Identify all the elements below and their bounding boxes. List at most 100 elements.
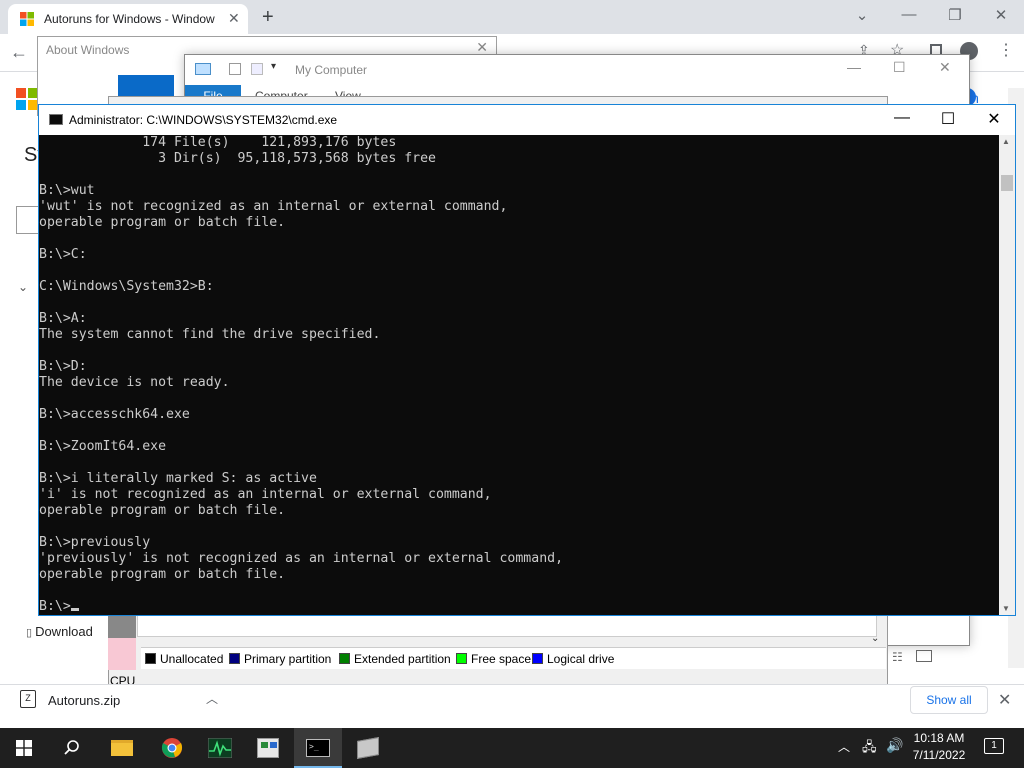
console-line: 'i' is not recognized as an internal or … <box>39 487 492 502</box>
console-output[interactable]: 174 File(s) 121,893,176 bytes 3 Dir(s) 9… <box>39 135 999 615</box>
search-icon <box>64 740 79 755</box>
scroll-down-icon[interactable]: ⌄ <box>871 633 879 644</box>
console-line: 'previously' is not recognized as an int… <box>39 551 564 566</box>
console-line: 174 File(s) 121,893,176 bytes <box>39 135 397 150</box>
microsoft-favicon-icon <box>20 12 34 26</box>
download-link[interactable]: ▯ Download <box>26 624 93 639</box>
list-view-icon[interactable]: ☷ <box>892 650 903 664</box>
console-line: B:\>previously <box>39 535 151 550</box>
search-button[interactable] <box>48 728 96 768</box>
shelf-close-icon[interactable]: ✕ <box>998 690 1011 710</box>
windows-start-icon <box>16 740 32 756</box>
tab-title: Autoruns for Windows - Window <box>44 12 215 26</box>
console-line: B:\>D: <box>39 359 87 374</box>
console-prompt[interactable]: B:\> <box>39 599 999 615</box>
tree-expand-icon[interactable]: ⌄ <box>18 280 28 294</box>
legend-label: Unallocated <box>160 652 224 666</box>
console-line: The system cannot find the drive specifi… <box>39 327 381 342</box>
cmd-taskbar-icon: >_ <box>306 739 330 757</box>
zip-file-icon: Z <box>20 690 36 708</box>
cpu-graph <box>108 638 136 670</box>
my-computer-minimize-icon[interactable]: — <box>847 59 861 75</box>
chrome-minimize-icon[interactable]: — <box>894 6 924 23</box>
taskbar-cmd[interactable]: >_ <box>294 728 342 768</box>
tab-close-icon[interactable]: ✕ <box>228 10 240 27</box>
cmd-maximize-icon[interactable]: ☐ <box>925 109 971 129</box>
download-link-label: Download <box>35 624 93 639</box>
chrome-menu-icon[interactable]: ⋮ <box>998 40 1014 60</box>
start-button[interactable] <box>0 728 48 768</box>
clock[interactable]: 10:18 AM 7/11/2022 <box>906 731 972 762</box>
quick-access-dropdown-icon[interactable]: ▾ <box>271 61 276 72</box>
legend-swatch-unallocated <box>145 653 156 664</box>
show-all-button[interactable]: Show all <box>910 686 988 714</box>
chrome-close-icon[interactable]: ✕ <box>986 6 1016 24</box>
taskbar-resource-monitor[interactable] <box>196 728 244 768</box>
console-line: B:\>accesschk64.exe <box>39 407 190 422</box>
chrome-restore-icon[interactable]: ❐ <box>940 6 970 24</box>
network-icon[interactable]: 🖧 <box>862 738 877 760</box>
legend-item-extended: Extended partition <box>339 652 451 666</box>
legend-item-unallocated: Unallocated <box>145 652 223 666</box>
legend-swatch-free-space <box>456 653 467 664</box>
download-shelf <box>0 684 1024 728</box>
setup-icon <box>357 737 379 759</box>
scroll-down-arrow-icon[interactable]: ▼ <box>1002 604 1010 613</box>
console-line: 3 Dir(s) 95,118,573,568 bytes free <box>39 151 436 166</box>
notification-count: 1 <box>991 740 997 751</box>
taskbar-setup[interactable] <box>344 728 392 768</box>
properties-checkbox-icon[interactable] <box>229 63 241 75</box>
disk-pane <box>137 615 877 637</box>
cmd-minimize-icon[interactable]: — <box>879 109 925 127</box>
document-icon: ▯ <box>26 627 33 639</box>
volume-icon[interactable]: 🔊 <box>886 737 903 754</box>
new-tab-button[interactable]: + <box>262 6 274 29</box>
download-item[interactable]: Autoruns.zip <box>48 693 120 708</box>
chrome-icon <box>161 738 183 758</box>
console-line: B:\>C: <box>39 247 87 262</box>
legend-label: Primary partition <box>244 652 332 666</box>
taskbar-chrome[interactable] <box>148 728 196 768</box>
console-line: B:\>ZoomIt64.exe <box>39 439 167 454</box>
new-folder-icon[interactable] <box>251 63 263 75</box>
taskbar-disk-management[interactable] <box>244 728 292 768</box>
legend-label: Free space <box>471 652 532 666</box>
disk-management-icon <box>257 738 279 758</box>
file-explorer-icon <box>111 740 133 756</box>
browser-tab[interactable]: Autoruns for Windows - Window ✕ <box>8 4 248 34</box>
legend-swatch-extended <box>339 653 350 664</box>
my-computer-close-icon[interactable]: ✕ <box>939 59 951 76</box>
details-view-icon[interactable] <box>916 650 932 662</box>
scrollbar-thumb[interactable] <box>1001 175 1013 191</box>
console-line: B:\>A: <box>39 311 87 326</box>
cmd-close-icon[interactable]: ✕ <box>971 109 1017 129</box>
scroll-up-arrow-icon[interactable]: ▲ <box>1002 137 1010 146</box>
my-computer-titlebar[interactable]: ▾ My Computer — ☐ ✕ <box>185 55 969 85</box>
my-computer-title: My Computer <box>295 63 368 77</box>
notifications-icon[interactable]: 1 <box>984 738 1004 754</box>
back-arrow-icon[interactable]: ← <box>10 42 28 63</box>
console-line: B:\>i literally marked S: as active <box>39 471 317 486</box>
cmd-titlebar[interactable]: Administrator: C:\WINDOWS\SYSTEM32\cmd.e… <box>39 105 1015 135</box>
download-options-chevron-icon[interactable]: ︿ <box>206 690 218 707</box>
chrome-collapse-icon[interactable]: ⌄ <box>847 6 877 24</box>
clock-date: 7/11/2022 <box>912 748 966 762</box>
cmd-scrollbar[interactable]: ▲ ▼ <box>999 135 1015 615</box>
show-hidden-icons-chevron[interactable]: ︿ <box>838 738 850 755</box>
cmd-window[interactable]: Administrator: C:\WINDOWS\SYSTEM32\cmd.e… <box>38 104 1016 616</box>
legend-label: Logical drive <box>547 652 615 666</box>
my-computer-maximize-icon[interactable]: ☐ <box>893 59 906 76</box>
console-line: operable program or batch file. <box>39 503 286 518</box>
legend-swatch-primary <box>229 653 240 664</box>
prompt-text: B:\> <box>39 599 71 614</box>
text-cursor <box>70 608 79 611</box>
taskbar-file-explorer[interactable] <box>98 728 146 768</box>
